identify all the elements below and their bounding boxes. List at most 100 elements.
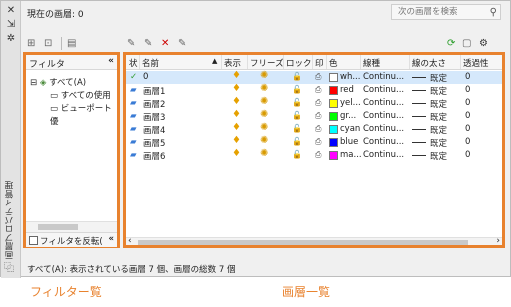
layer-name[interactable]: 画層1 <box>143 85 165 97</box>
color-swatch[interactable] <box>329 86 338 95</box>
transparency[interactable]: 0 <box>465 137 470 147</box>
color-swatch[interactable] <box>329 73 338 82</box>
column-divider[interactable] <box>139 55 140 69</box>
layer-row[interactable]: ▰ 画層5 ♦ ✺ 🔓 ⎙ blue Continu... 既定 0 <box>126 135 502 149</box>
sun-icon[interactable]: ✺ <box>260 70 268 81</box>
sun-icon[interactable]: ✺ <box>260 96 268 107</box>
properties-icon[interactable]: ✲ <box>5 33 17 45</box>
layer-search-field[interactable]: 次の画層を検索 ⚲ <box>391 4 501 20</box>
column-divider[interactable] <box>247 55 248 69</box>
linetype[interactable]: Continu... <box>363 72 404 82</box>
light-bulb-icon[interactable]: ♦ <box>232 122 241 133</box>
col-transparency[interactable]: 透過性 <box>463 57 489 69</box>
col-plot[interactable]: 印 <box>315 57 324 69</box>
layer-name[interactable]: 0 <box>143 72 148 82</box>
printer-icon[interactable]: ⎙ <box>315 137 321 147</box>
layer-name[interactable]: 画層3 <box>143 111 165 123</box>
color-swatch[interactable] <box>329 138 338 147</box>
transparency[interactable]: 0 <box>465 85 470 95</box>
color-name[interactable]: wh... <box>340 72 360 82</box>
lineweight[interactable]: 既定 <box>430 85 447 97</box>
color-name[interactable]: gr... <box>340 111 356 121</box>
transparency[interactable]: 0 <box>465 124 470 134</box>
column-divider[interactable] <box>283 55 284 69</box>
collapse-icon[interactable]: « <box>109 234 115 244</box>
printer-icon[interactable]: ⎙ <box>315 111 321 121</box>
unlock-icon[interactable]: 🔓 <box>292 137 302 146</box>
layer-row[interactable]: ▰ 画層4 ♦ ✺ 🔓 ⎙ cyan Continu... 既定 0 <box>126 122 502 136</box>
lineweight[interactable]: 既定 <box>430 72 447 84</box>
transparency[interactable]: 0 <box>465 72 470 82</box>
transparency[interactable]: 0 <box>465 111 470 121</box>
unlock-icon[interactable]: 🔓 <box>292 72 302 81</box>
set-current-icon[interactable]: ✎ <box>178 38 186 49</box>
light-bulb-icon[interactable]: ♦ <box>232 148 241 159</box>
scroll-thumb[interactable] <box>138 240 468 245</box>
light-bulb-icon[interactable]: ♦ <box>232 83 241 94</box>
col-lineweight[interactable]: 線の太さ <box>412 57 446 69</box>
sun-icon[interactable]: ✺ <box>260 135 268 146</box>
column-divider[interactable] <box>409 55 410 69</box>
scroll-thumb[interactable] <box>38 224 78 230</box>
col-color[interactable]: 色 <box>329 57 338 69</box>
column-divider[interactable] <box>360 55 361 69</box>
tree-item-viewport-overrides[interactable]: ▭ ビューポート優 <box>30 103 117 129</box>
light-bulb-icon[interactable]: ♦ <box>232 96 241 107</box>
gear-icon[interactable]: ⚙ <box>479 38 488 49</box>
layer-settings-icon[interactable]: ▢ <box>462 38 471 49</box>
col-freeze[interactable]: フリーズ <box>250 57 284 69</box>
refresh-icon[interactable]: ⟳ <box>447 38 455 49</box>
color-name[interactable]: blue <box>340 137 358 147</box>
unlock-icon[interactable]: 🔓 <box>292 111 302 120</box>
layer-name[interactable]: 画層2 <box>143 98 165 110</box>
linetype[interactable]: Continu... <box>363 85 404 95</box>
sun-icon[interactable]: ✺ <box>260 122 268 133</box>
column-divider[interactable] <box>312 55 313 69</box>
color-swatch[interactable] <box>329 112 338 121</box>
layer-name[interactable]: 画層4 <box>143 124 165 136</box>
printer-icon[interactable]: ⎙ <box>315 72 321 82</box>
sun-icon[interactable]: ✺ <box>260 148 268 159</box>
layer-name[interactable]: 画層5 <box>143 137 165 149</box>
lineweight[interactable]: 既定 <box>430 111 447 123</box>
printer-icon[interactable]: ⎙ <box>315 124 321 134</box>
col-lock[interactable]: ロック <box>286 57 312 69</box>
column-divider[interactable] <box>221 55 222 69</box>
unlock-icon[interactable]: 🔓 <box>292 150 302 159</box>
color-name[interactable]: ma... <box>340 150 362 160</box>
linetype[interactable]: Continu... <box>363 137 404 147</box>
column-divider[interactable] <box>326 55 327 69</box>
lineweight[interactable]: 既定 <box>430 137 447 149</box>
scroll-right-icon[interactable]: › <box>496 236 500 245</box>
unlock-icon[interactable]: 🔓 <box>292 98 302 107</box>
invert-filter-checkbox[interactable] <box>29 236 38 245</box>
tree-item-all-used[interactable]: ▭ すべての使用 <box>30 90 117 103</box>
auto-hide-icon[interactable]: ⇲ <box>5 19 17 31</box>
collapse-filter-icon[interactable]: « <box>108 56 114 66</box>
column-divider[interactable] <box>460 55 461 69</box>
delete-layer-icon[interactable]: ✕ <box>161 38 169 49</box>
layer-row[interactable]: ▰ 画層2 ♦ ✺ 🔓 ⎙ yel... Continu... 既定 0 <box>126 96 502 110</box>
new-group-filter-icon[interactable]: ⊡ <box>44 38 52 49</box>
linetype[interactable]: Continu... <box>363 150 404 160</box>
lineweight[interactable]: 既定 <box>430 150 447 162</box>
printer-icon[interactable]: ⎙ <box>315 150 321 160</box>
layer-row[interactable]: ▰ 画層6 ♦ ✺ 🔓 ⎙ ma... Continu... 既定 0 <box>126 148 502 162</box>
scroll-left-icon[interactable]: ‹ <box>128 236 132 245</box>
printer-icon[interactable]: ⎙ <box>315 98 321 108</box>
new-layer-vp-frozen-icon[interactable]: ✎ <box>144 38 152 49</box>
close-icon[interactable]: ✕ <box>5 5 17 17</box>
transparency[interactable]: 0 <box>465 98 470 108</box>
color-name[interactable]: red <box>340 85 354 95</box>
tree-item-all[interactable]: ⊟ ◈ すべて(A) <box>30 77 117 90</box>
linetype[interactable]: Continu... <box>363 124 404 134</box>
lineweight[interactable]: 既定 <box>430 124 447 136</box>
color-swatch[interactable] <box>329 125 338 134</box>
new-layer-icon[interactable]: ✎ <box>127 38 135 49</box>
color-swatch[interactable] <box>329 99 338 108</box>
light-bulb-icon[interactable]: ♦ <box>232 135 241 146</box>
filter-horizontal-scrollbar[interactable] <box>26 221 117 232</box>
light-bulb-icon[interactable]: ♦ <box>232 70 241 81</box>
light-bulb-icon[interactable]: ♦ <box>232 109 241 120</box>
layer-row[interactable]: ✓ 0 ♦ ✺ 🔓 ⎙ wh... Continu... 既定 0 <box>126 70 502 84</box>
